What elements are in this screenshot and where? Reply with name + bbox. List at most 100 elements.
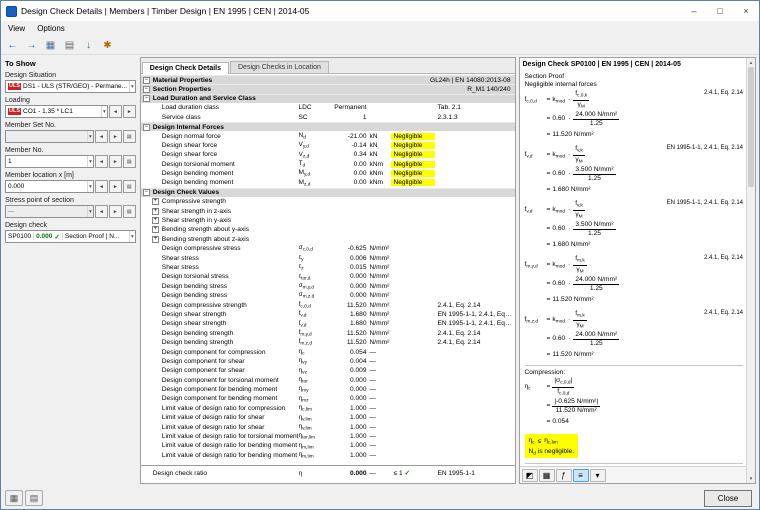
go-to-next-check-icon[interactable]: →	[23, 37, 40, 53]
table-row[interactable]: Design shear strength fv,d 1.680 N/mm² EN 19…	[141, 310, 515, 319]
close-window-button[interactable]: ×	[733, 1, 759, 21]
previous-loading-button[interactable]: ◄	[108, 105, 122, 118]
table-row[interactable]: Limit value of design ratio for shear ηv,…	[141, 422, 515, 432]
table-row[interactable]: Design torsional moment Td 0.00 kNm Negligib…	[141, 160, 515, 169]
loading-select[interactable]: ULS CO1 - 1.35 * LC1 ▾	[5, 105, 108, 118]
location-list-button[interactable]: ▤	[122, 180, 136, 193]
select-member-icon[interactable]: ▦	[42, 37, 59, 53]
values-display-icon[interactable]: ▦	[538, 468, 555, 482]
expander-icon[interactable]: +	[151, 207, 159, 215]
table-row[interactable]: Design compressive strength fc,0,d 11.520 N…	[141, 300, 515, 310]
previous-member-set-button[interactable]: ◄	[94, 130, 108, 143]
expander-icon[interactable]: −	[142, 86, 150, 94]
table-row[interactable]: Design component for bending moment ηmz 0.…	[141, 394, 515, 404]
tab-design-checks-in-location[interactable]: Design Checks in Location	[230, 61, 329, 73]
member-set-list-button[interactable]: ▤	[122, 130, 136, 143]
table-row[interactable]: Design bending moment My,d 0.00 kNm Negligib…	[141, 169, 515, 178]
previous-location-button[interactable]: ◄	[94, 180, 108, 193]
scroll-up-icon[interactable]: ▲	[747, 58, 755, 67]
table-row[interactable]: Limit value of design ratio for bending …	[141, 441, 515, 451]
table-row[interactable]: Design component for bending moment ηmy 0.…	[141, 385, 515, 394]
go-to-previous-check-icon[interactable]: ←	[4, 37, 21, 53]
member-no-select[interactable]: 1 ▾	[5, 155, 94, 168]
group-row[interactable]: − Load Duration and Service Class	[140, 93, 515, 104]
table-row[interactable]: Design shear force Vy,d -0.14 kN Negligible	[141, 141, 515, 150]
table-row[interactable]: Design component for torsional moment ηto…	[141, 376, 515, 385]
group-row[interactable]: − Section Properties R_M1 140/240	[140, 84, 515, 94]
group-row[interactable]: − Material Properties GL24h | EN 14080:201…	[140, 75, 515, 85]
table-row[interactable]: Design bending strength fm,z,d 11.520 N/mm²…	[141, 338, 515, 347]
table-row[interactable]: + Shear strength in y-axis	[141, 216, 515, 225]
table-row[interactable]: Shear stress τy 0.006 N/mm²	[141, 253, 515, 263]
next-stress-point-button[interactable]: ►	[108, 205, 122, 218]
settings-icon[interactable]: ✱	[99, 37, 116, 53]
table-row[interactable]: Design component for shear ηvy 0.004—	[141, 357, 515, 366]
group-row[interactable]: − Design Internal Forces	[140, 121, 515, 132]
maximize-button[interactable]: □	[707, 1, 733, 21]
report-button[interactable]: ▤	[25, 490, 43, 506]
print-icon[interactable]: ▤	[61, 37, 78, 53]
design-situation-select[interactable]: ULS DS1 - ULS (STR/GEO) - Permane... ▾	[5, 80, 136, 93]
table-row[interactable]: Design torsional stress τtor,d 0.000 N/mm²	[141, 272, 515, 282]
table-row[interactable]: Design component for compression ηc 0.054—	[141, 347, 515, 357]
expander-icon[interactable]: −	[142, 189, 150, 197]
table-row[interactable]: Limit value of design ratio for compress…	[141, 404, 515, 413]
title-bar[interactable]: Design Check Details | Members | Timber …	[1, 1, 759, 21]
expander-icon[interactable]: −	[142, 76, 150, 84]
export-icon[interactable]: ↓	[80, 37, 97, 53]
group-row[interactable]: − Design Check Values	[140, 187, 515, 198]
table-row[interactable]: Design bending stress σm,y,d 0.000 N/mm²	[141, 282, 515, 291]
previous-member-button[interactable]: ◄	[94, 155, 108, 168]
design-check-ratio-row[interactable]: Design check ratio η 0.000— ≤ 1 ✓ EN 1995-1-…	[140, 465, 515, 478]
table-row[interactable]: Service class SC 1 2.3.1.3	[141, 113, 515, 122]
table-row[interactable]: + Bending strength about z-axis	[141, 235, 515, 244]
minimize-button[interactable]: –	[681, 1, 707, 21]
panel-toggle-button[interactable]: ▦	[5, 490, 23, 506]
detailed-formula-view-icon[interactable]: ≡	[572, 468, 589, 482]
next-location-button[interactable]: ►	[108, 180, 122, 193]
table-row[interactable]: Limit value of design ratio for shear ηv,…	[141, 413, 515, 423]
next-member-set-button[interactable]: ►	[108, 130, 122, 143]
table-row[interactable]: + Shear strength in z-axis	[141, 206, 515, 215]
proof-scrollbar[interactable]: ▲ ▼	[746, 58, 755, 483]
table-row[interactable]: Limit value of design ratio for torsiona…	[141, 432, 515, 441]
scroll-thumb[interactable]	[748, 67, 754, 187]
row-value: 1.000	[349, 404, 367, 412]
close-button[interactable]: Close	[704, 489, 752, 507]
expander-icon[interactable]: +	[151, 198, 159, 206]
expander-icon[interactable]: −	[142, 95, 150, 103]
expander-icon[interactable]: +	[151, 235, 159, 243]
previous-stress-point-button[interactable]: ◄	[94, 205, 108, 218]
table-row[interactable]: Design shear force Vz,d 0.34 kN Negligible	[141, 150, 515, 159]
table-row[interactable]: + Bending strength about y-axis	[141, 225, 515, 234]
design-check-select[interactable]: SP0100 0.000 ✓ Section Proof | N... ▾	[5, 230, 136, 243]
next-member-button[interactable]: ►	[108, 155, 122, 168]
table-row[interactable]: Design bending stress σm,z,d 0.000 N/mm²	[141, 291, 515, 300]
expander-icon[interactable]: +	[151, 217, 159, 225]
member-set-select[interactable]: ▾	[5, 130, 94, 143]
stress-point-select[interactable]: — ▾	[5, 205, 94, 218]
table-row[interactable]: Design bending strength fm,y,d 11.520 N/mm²…	[141, 329, 515, 338]
formula-view-icon[interactable]: ƒ	[555, 468, 572, 482]
stress-point-list-button[interactable]: ▤	[122, 205, 136, 218]
table-row[interactable]: Design normal force Nd -21.00 kN Negligible	[141, 131, 515, 140]
stress-point-diagram-icon[interactable]: ◩	[521, 468, 538, 482]
table-row[interactable]: Limit value of design ratio for bending …	[141, 451, 515, 460]
table-row[interactable]: Shear stress τz 0.015 N/mm²	[141, 263, 515, 272]
next-loading-button[interactable]: ►	[122, 105, 136, 118]
menu-item-options[interactable]: Options	[37, 24, 65, 33]
member-location-select[interactable]: 0.000 ▾	[5, 180, 94, 193]
table-row[interactable]: Load duration class LDC Permanent Tab. 2.1	[141, 103, 515, 112]
scroll-down-icon[interactable]: ▼	[747, 474, 755, 483]
table-row[interactable]: Design component for shear ηvz 0.009—	[141, 366, 515, 376]
expander-icon[interactable]: +	[151, 226, 159, 234]
member-list-button[interactable]: ▤	[122, 155, 136, 168]
table-row[interactable]: Design shear strength fv,d 1.680 N/mm² EN 19…	[141, 319, 515, 329]
table-row[interactable]: + Compressive strength	[141, 197, 515, 206]
formula-options-dropdown[interactable]: ▾	[589, 468, 606, 482]
table-row[interactable]: Design bending moment Mz,d 0.00 kNm Negligib…	[141, 178, 515, 187]
tab-design-check-details[interactable]: Design Check Details	[141, 62, 229, 74]
expander-icon[interactable]: −	[142, 123, 150, 131]
table-row[interactable]: Design compressive stress σc,0,d -0.625 N/m…	[141, 244, 515, 253]
menu-item-view[interactable]: View	[8, 24, 25, 33]
